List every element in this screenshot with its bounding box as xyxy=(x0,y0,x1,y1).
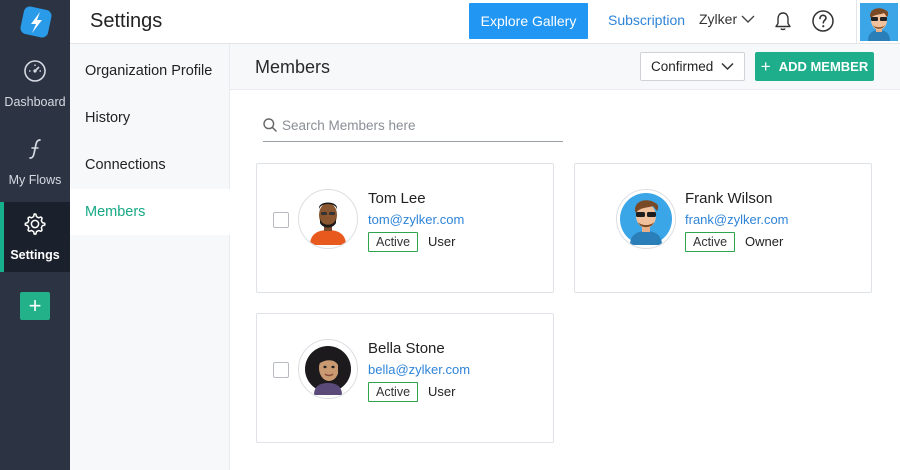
member-name: Frank Wilson xyxy=(685,190,773,207)
chevron-down-icon xyxy=(721,62,734,71)
member-role: User xyxy=(428,384,456,399)
page-title: Settings xyxy=(90,10,163,32)
member-email[interactable]: bella@zylker.com xyxy=(368,362,470,377)
status-badge: Active xyxy=(685,232,736,252)
bell-icon[interactable] xyxy=(772,10,794,32)
app-rail: Dashboard My Flows Settings + xyxy=(0,0,70,470)
member-card: Bella Stone bella@zylker.com Active User xyxy=(256,313,554,443)
settings-sidebar: Organization Profile History Connections… xyxy=(70,44,230,470)
avatar xyxy=(298,189,358,249)
member-name: Tom Lee xyxy=(368,190,426,207)
add-member-label: ADD MEMBER xyxy=(778,59,869,74)
avatar xyxy=(298,339,358,399)
app-logo-icon[interactable] xyxy=(19,5,53,39)
status-badge: Active xyxy=(368,232,419,252)
members-header: Members Confirmed + ADD MEMBER xyxy=(230,44,900,90)
member-select-checkbox[interactable] xyxy=(273,362,289,378)
member-name: Bella Stone xyxy=(368,340,445,357)
gear-icon xyxy=(24,213,46,235)
member-search xyxy=(263,108,563,142)
gauge-icon xyxy=(24,60,46,82)
member-email[interactable]: frank@zylker.com xyxy=(685,212,789,227)
member-card: Frank Wilson frank@zylker.com Active Own… xyxy=(574,163,872,293)
member-select-checkbox[interactable] xyxy=(273,212,289,228)
top-bar: Settings Explore Gallery Subscription Zy… xyxy=(70,0,900,44)
rail-item-dashboard[interactable]: Dashboard xyxy=(0,49,70,119)
plus-icon: + xyxy=(28,293,42,318)
add-plus-button[interactable]: + xyxy=(20,292,50,320)
subscription-link[interactable]: Subscription xyxy=(608,12,685,28)
rail-item-label: My Flows xyxy=(8,173,62,187)
rail-item-label: Settings xyxy=(10,248,60,262)
search-input[interactable] xyxy=(282,114,552,136)
status-badge: Active xyxy=(368,382,419,402)
user-avatar[interactable] xyxy=(856,0,900,44)
filter-value: Confirmed xyxy=(651,59,714,74)
org-name: Zylker xyxy=(699,11,738,27)
rail-item-my-flows[interactable]: My Flows xyxy=(0,127,70,197)
member-status-filter[interactable]: Confirmed xyxy=(640,52,745,81)
explore-gallery-button[interactable]: Explore Gallery xyxy=(469,3,588,39)
search-icon xyxy=(263,118,277,132)
settings-nav-history[interactable]: History xyxy=(70,95,230,141)
rail-item-label: Dashboard xyxy=(4,95,66,109)
settings-nav-organization-profile[interactable]: Organization Profile xyxy=(70,48,230,94)
org-switcher[interactable]: Zylker xyxy=(699,11,755,27)
members-title: Members xyxy=(255,57,331,77)
member-role: Owner xyxy=(745,234,784,249)
chevron-down-icon xyxy=(741,15,755,23)
help-icon[interactable] xyxy=(811,9,835,33)
settings-nav-members[interactable]: Members xyxy=(70,189,230,235)
plus-icon: + xyxy=(760,57,771,76)
settings-nav-connections[interactable]: Connections xyxy=(70,142,230,188)
member-card: Tom Lee tom@zylker.com Active User xyxy=(256,163,554,293)
member-role: User xyxy=(428,234,456,249)
flow-script-icon xyxy=(29,139,41,159)
members-panel: Members Confirmed + ADD MEMBER Search Me… xyxy=(230,44,900,470)
member-email[interactable]: tom@zylker.com xyxy=(368,212,464,227)
avatar xyxy=(616,189,676,249)
rail-item-settings[interactable]: Settings xyxy=(0,202,70,272)
add-member-button[interactable]: + ADD MEMBER xyxy=(755,52,874,81)
